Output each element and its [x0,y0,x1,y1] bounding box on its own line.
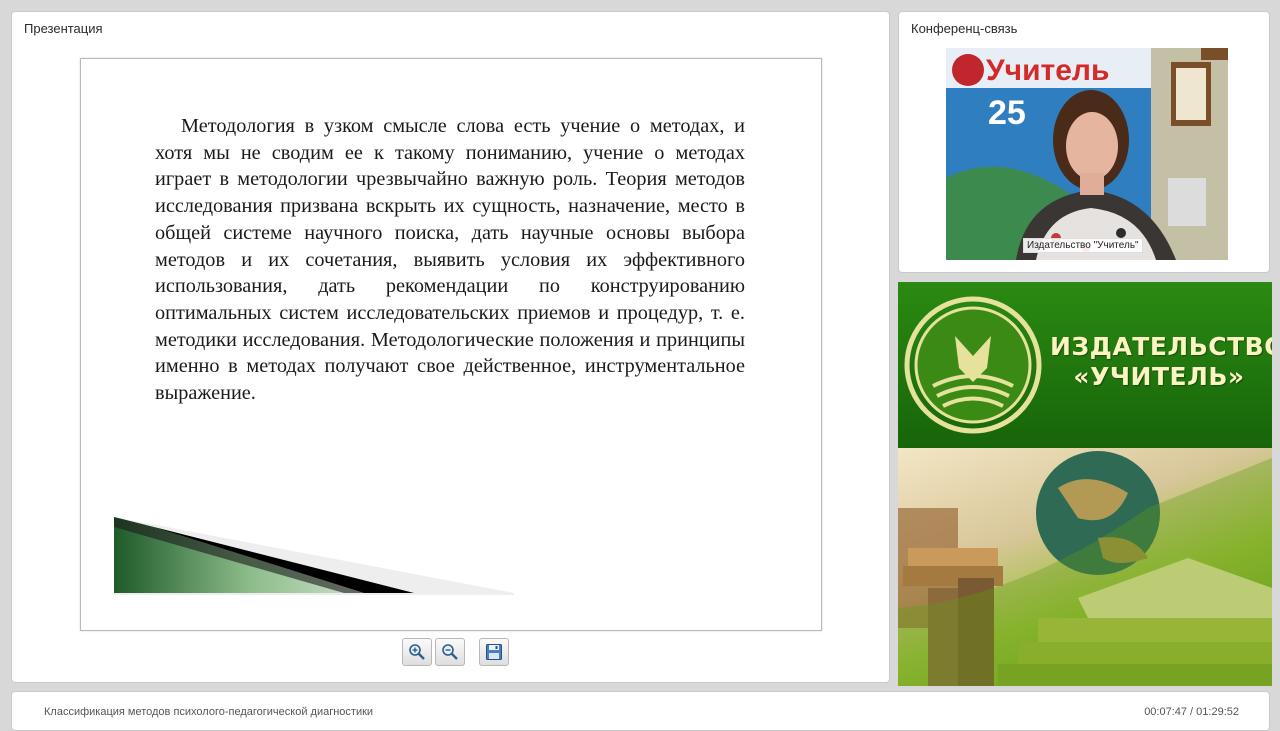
bottom-bar: Классификация методов психолого-педагоги… [11,691,1270,731]
banner-title: ИЗДАТЕЛЬСТВО «УЧИТЕЛЬ» [1050,332,1272,392]
banner-line1: ИЗДАТЕЛЬСТВО [1050,332,1272,361]
zoom-in-icon [409,644,425,660]
poster-text: Учитель [986,54,1109,87]
publisher-logo-icon [904,296,1042,434]
lecture-title: Классификация методов психолого-педагоги… [44,706,374,718]
zoom-out-button[interactable] [435,638,465,666]
conference-panel: Конференц-связь Учитель 25 Издательство … [898,11,1270,273]
conference-title: Конференц-связь [911,21,1018,36]
save-icon [486,644,502,660]
banner-header: ИЗДАТЕЛЬСТВО «УЧИТЕЛЬ» [898,282,1272,448]
slide-text: Методология в узком смысле слова есть уч… [155,115,745,405]
video-label: Издательство "Учитель" [1023,238,1143,253]
books-globe-illustration [898,451,1272,686]
poster-number: 25 [988,94,1026,132]
presentation-title: Презентация [24,21,103,36]
slide-decoration [114,517,514,595]
presentation-panel: Презентация Методология в узком смысле с… [11,11,890,683]
playback-time: 00:07:47 / 01:29:52 [1144,706,1239,718]
banner-image [898,448,1272,686]
video-feed[interactable]: Учитель 25 Издательство "Учитель" [946,48,1228,260]
zoom-out-icon [442,644,458,660]
publisher-banner: ИЗДАТЕЛЬСТВО «УЧИТЕЛЬ» [898,282,1272,686]
save-button[interactable] [479,638,509,666]
banner-line2: «УЧИТЕЛЬ» [1073,362,1245,391]
zoom-in-button[interactable] [402,638,432,666]
slide: Методология в узком смысле слова есть уч… [80,58,822,631]
video-frame: Учитель 25 [946,48,1228,260]
